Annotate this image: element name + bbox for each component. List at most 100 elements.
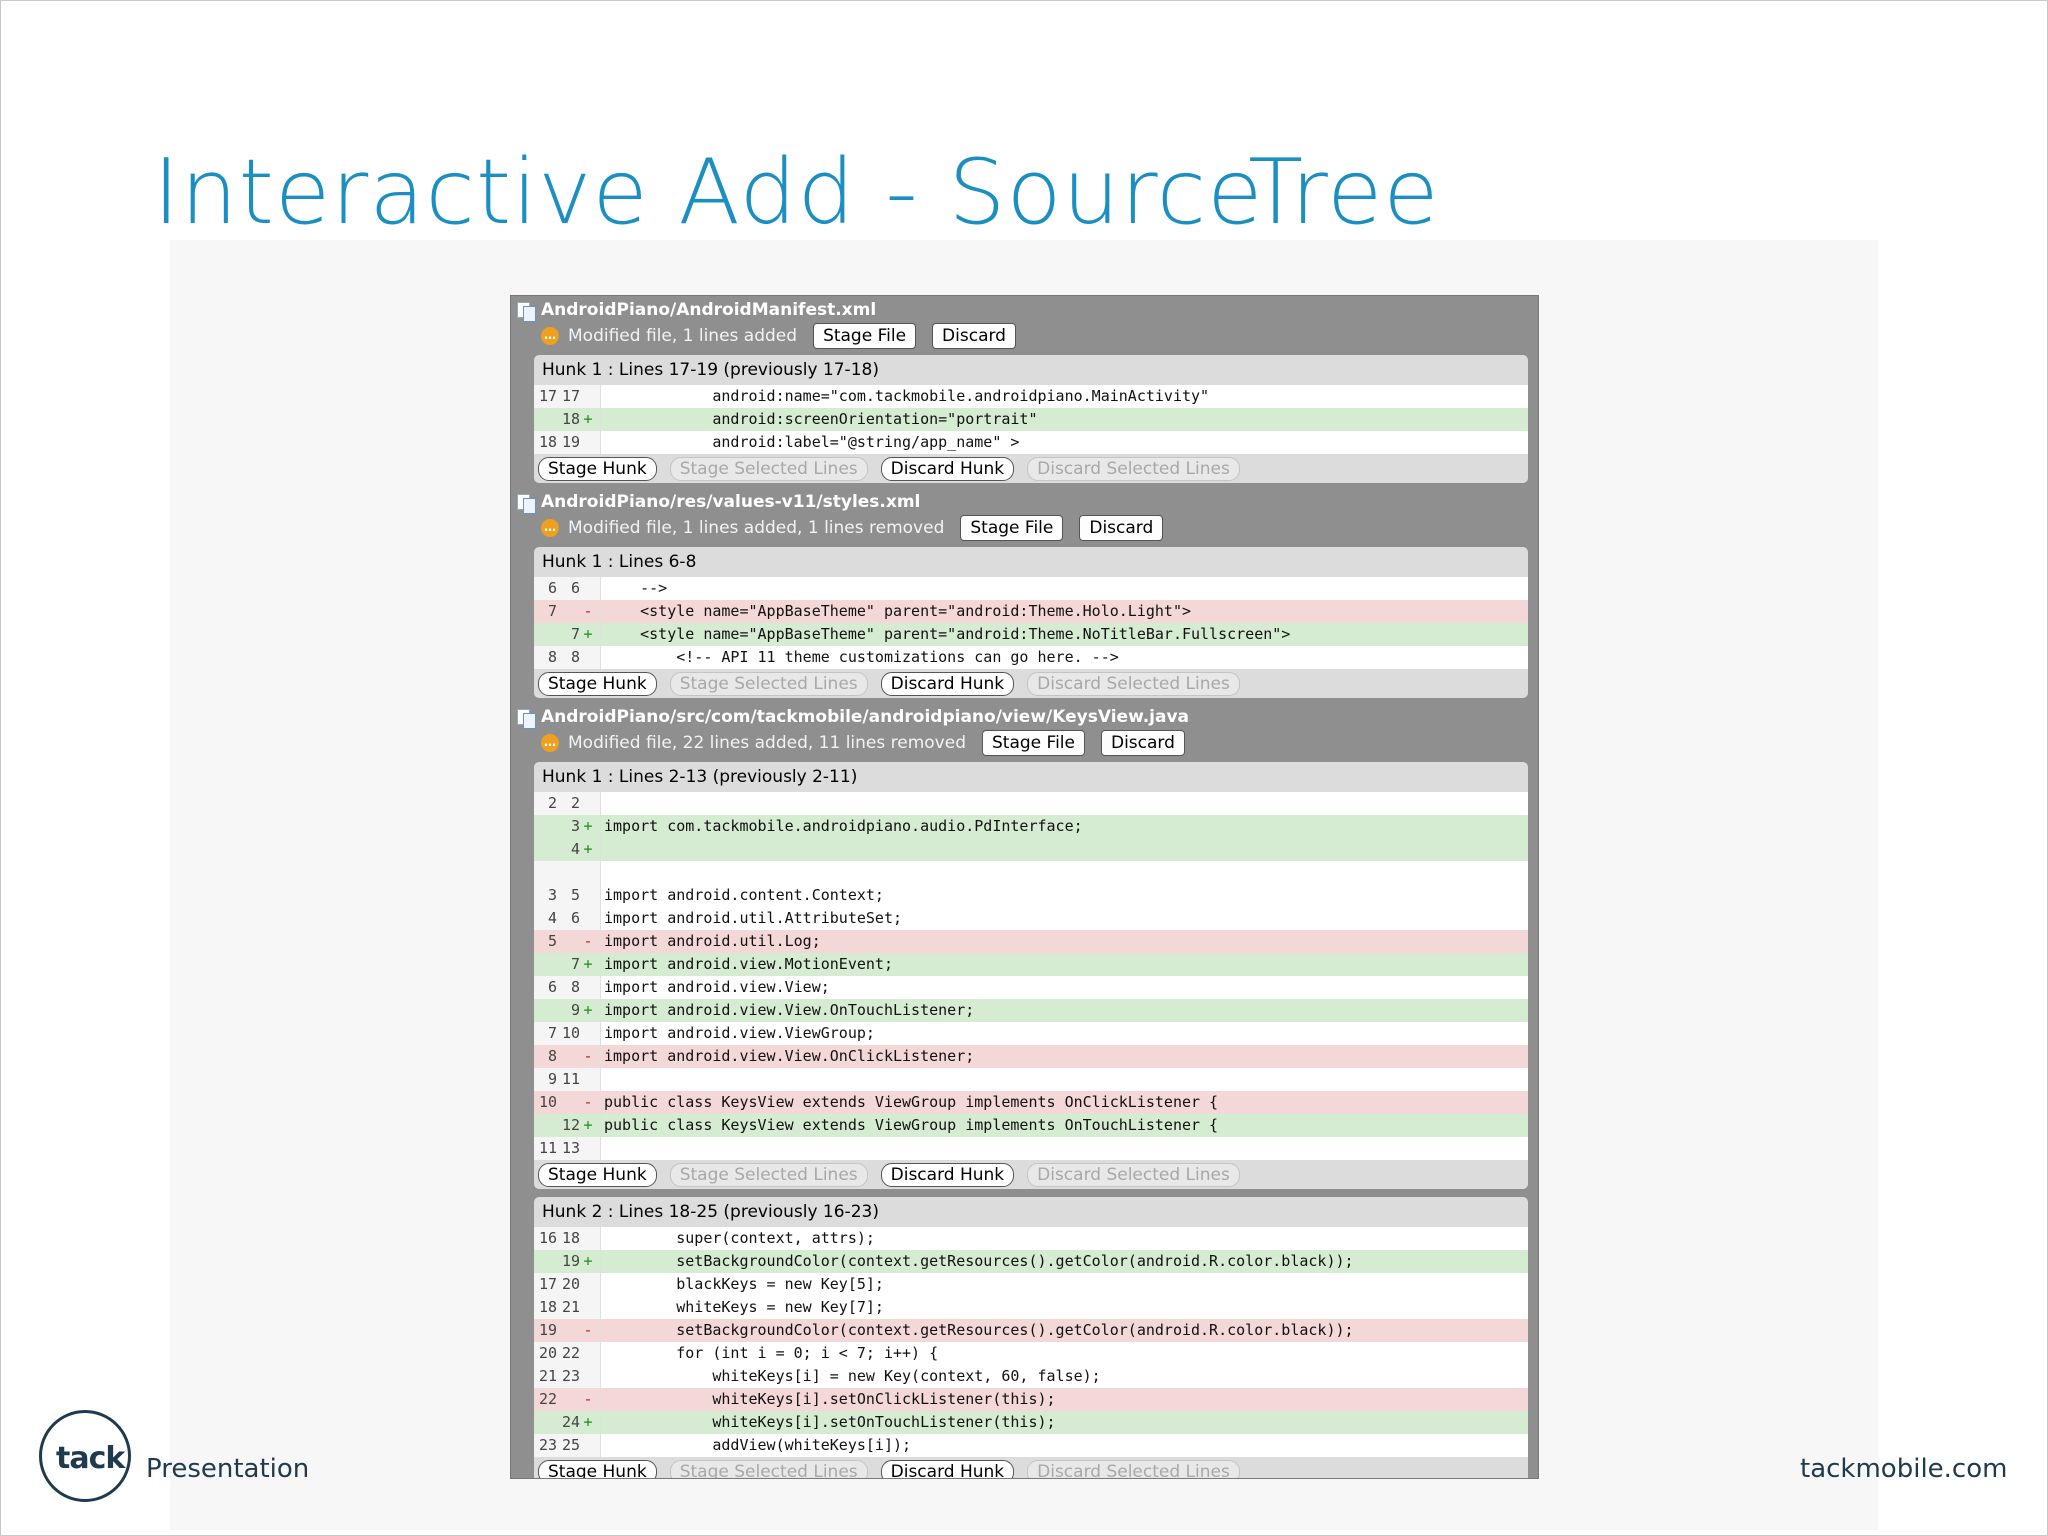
discard-file-button[interactable]: Discard — [1100, 730, 1185, 756]
diff-sign — [580, 1342, 596, 1365]
line-gutter: 18 + — [534, 408, 601, 431]
diff-line[interactable]: 6 8 import android.view.View; — [534, 976, 1528, 999]
code-text: super(context, attrs); — [604, 1229, 875, 1247]
file-icon — [517, 492, 536, 514]
old-line-number: 6 — [547, 978, 557, 996]
stage-selected-lines-button[interactable]: Stage Selected Lines — [669, 1162, 868, 1187]
diff-line[interactable]: 16 18 super(context, attrs); — [534, 1227, 1528, 1250]
diff-sign — [580, 431, 596, 454]
diff-line[interactable]: 24 + whiteKeys[i].setOnTouchListener(this… — [534, 1411, 1528, 1434]
diff-line[interactable]: 21 23 whiteKeys[i] = new Key(context, 60,… — [534, 1365, 1528, 1388]
diff-line[interactable]: 10 - public class KeysView extends ViewGro… — [534, 1091, 1528, 1114]
diff-line[interactable]: 20 22 for (int i = 0; i < 7; i++) { — [534, 1342, 1528, 1365]
diff-line[interactable]: 88 <!-- API 11 theme customizations can … — [534, 646, 1528, 669]
diff-line[interactable]: 3 + import com.tackmobile.androidpiano.aud… — [534, 815, 1528, 838]
diff-line[interactable]: 17 17 android:name="com.tackmobile.androi… — [534, 385, 1528, 408]
diff-line[interactable]: 4 + — [534, 838, 1528, 861]
discard-hunk-button[interactable]: Discard Hunk — [880, 1459, 1015, 1478]
diff-line[interactable]: 7 + import android.view.MotionEvent; — [534, 953, 1528, 976]
diff-sign: + — [583, 1252, 593, 1270]
line-gutter: 19 - — [534, 1319, 601, 1342]
diff-line[interactable]: 19 - setBackgroundColor(context.getResour… — [534, 1319, 1528, 1342]
diff-line[interactable]: 11 13 — [534, 1137, 1528, 1160]
old-line-number: 16 — [538, 1229, 557, 1247]
discard-hunk-button[interactable]: Discard Hunk — [880, 671, 1015, 696]
discard-selected-lines-button[interactable]: Discard Selected Lines — [1027, 456, 1240, 481]
diff-line[interactable]: 23 25 addView(whiteKeys[i]); — [534, 1434, 1528, 1457]
diff-line[interactable]: 66 --> — [534, 577, 1528, 600]
stage-file-button[interactable]: Stage File — [960, 515, 1064, 541]
new-line-number: 3 — [570, 817, 580, 835]
hunk-action-bar: Stage Hunk Stage Selected Lines Discard Hu… — [534, 454, 1528, 483]
diff-sign: + — [583, 955, 593, 973]
code-text: <style name="AppBaseTheme" parent="andro… — [604, 602, 1191, 620]
new-line-number: 17 — [561, 387, 580, 405]
discard-file-button[interactable]: Discard — [1079, 515, 1164, 541]
discard-selected-lines-button[interactable]: Discard Selected Lines — [1027, 1162, 1240, 1187]
discard-hunk-button[interactable]: Discard Hunk — [880, 1162, 1015, 1187]
diff-line[interactable]: 19 + setBackgroundColor(context.getResour… — [534, 1250, 1528, 1273]
diff-line[interactable]: 17 20 blackKeys = new Key[5]; — [534, 1273, 1528, 1296]
stage-selected-lines-button[interactable]: Stage Selected Lines — [669, 456, 868, 481]
old-line-number: 5 — [547, 932, 557, 950]
new-line-number — [557, 1091, 580, 1114]
discard-selected-lines-button[interactable]: Discard Selected Lines — [1027, 671, 1240, 696]
new-line-number: 5 — [570, 886, 580, 904]
new-line-number: 7 — [570, 625, 580, 643]
file-icon — [517, 707, 536, 729]
diff-sign — [580, 1227, 596, 1250]
stage-file-button[interactable]: Stage File — [813, 323, 917, 349]
code-text: blackKeys = new Key[5]; — [604, 1275, 884, 1293]
diff-line[interactable]: 22 - whiteKeys[i].setOnClickListener(this… — [534, 1388, 1528, 1411]
new-line-number: 9 — [570, 1001, 580, 1019]
new-line-number: 4 — [570, 840, 580, 858]
stage-selected-lines-button[interactable]: Stage Selected Lines — [669, 1459, 868, 1478]
diff-line[interactable]: 18 + android:screenOrientation="portrait" — [534, 408, 1528, 431]
diff-line[interactable]: 8- import android.view.View.OnClickListen… — [534, 1045, 1528, 1068]
diff-line[interactable]: 7 + <style name="AppBaseTheme" parent="an… — [534, 623, 1528, 646]
code-text: import android.view.View; — [604, 978, 830, 996]
discard-hunk-button[interactable]: Discard Hunk — [880, 456, 1015, 481]
stage-hunk-button[interactable]: Stage Hunk — [538, 456, 657, 481]
diff-line[interactable]: 12 + public class KeysView extends ViewGro… — [534, 1114, 1528, 1137]
new-line-number — [557, 600, 580, 623]
stage-selected-lines-button[interactable]: Stage Selected Lines — [669, 671, 868, 696]
sourcetree-diff-window: AndroidPiano/AndroidManifest.xml … Modifie… — [510, 295, 1539, 1479]
diff-line[interactable] — [534, 861, 1528, 884]
file-header: AndroidPiano/AndroidManifest.xml — [511, 299, 1538, 322]
stage-hunk-button[interactable]: Stage Hunk — [538, 1459, 657, 1478]
diff-line[interactable]: 9 11 — [534, 1068, 1528, 1091]
diff-line[interactable]: 18 21 whiteKeys = new Key[7]; — [534, 1296, 1528, 1319]
hunk-lines: 16 18 super(context, attrs); 19 + setBackgr… — [534, 1227, 1528, 1457]
discard-selected-lines-button[interactable]: Discard Selected Lines — [1027, 1459, 1240, 1478]
diff-sign: - — [583, 1047, 593, 1065]
diff-line[interactable]: 22 — [534, 792, 1528, 815]
discard-file-button[interactable]: Discard — [932, 323, 1016, 349]
new-line-number: 7 — [570, 955, 580, 973]
new-line-number: 19 — [561, 1252, 580, 1270]
hunk-header: Hunk 1 : Lines 2-13 (previously 2-11) — [542, 767, 858, 787]
stage-hunk-button[interactable]: Stage Hunk — [538, 1162, 657, 1187]
line-gutter: 4 + — [534, 838, 601, 861]
diff-sign — [580, 646, 596, 669]
diff-line[interactable]: 18 19 android:label="@string/app_name" > — [534, 431, 1528, 454]
diff-sign — [580, 861, 596, 884]
code-text: setBackgroundColor(context.getResources(… — [604, 1321, 1354, 1339]
diff-line[interactable]: 3 5 import android.content.Context; — [534, 884, 1528, 907]
line-gutter: 18 21 — [534, 1296, 601, 1319]
line-gutter: 88 — [534, 646, 601, 669]
code-text: <style name="AppBaseTheme" parent="andro… — [604, 625, 1291, 643]
diff-hunk: Hunk 1 : Lines 17-19 (previously 17-18) 1… — [534, 355, 1528, 483]
file-icon — [517, 300, 536, 322]
diff-line[interactable]: 9 + import android.view.View.OnTouchListen… — [534, 999, 1528, 1022]
stage-file-button[interactable]: Stage File — [982, 730, 1085, 756]
diff-line[interactable]: 7- <style name="AppBaseTheme" parent="an… — [534, 600, 1528, 623]
diff-line[interactable]: 4 6 import android.util.AttributeSet; — [534, 907, 1528, 930]
stage-hunk-button[interactable]: Stage Hunk — [538, 671, 657, 696]
diff-line[interactable]: 5- import android.util.Log; — [534, 930, 1528, 953]
diff-line[interactable]: 7 10 import android.view.ViewGroup; — [534, 1022, 1528, 1045]
old-line-number: 3 — [547, 886, 557, 904]
diff-hunk: Hunk 1 : Lines 6-8 6 6 --> 7- <style name="… — [534, 547, 1528, 698]
